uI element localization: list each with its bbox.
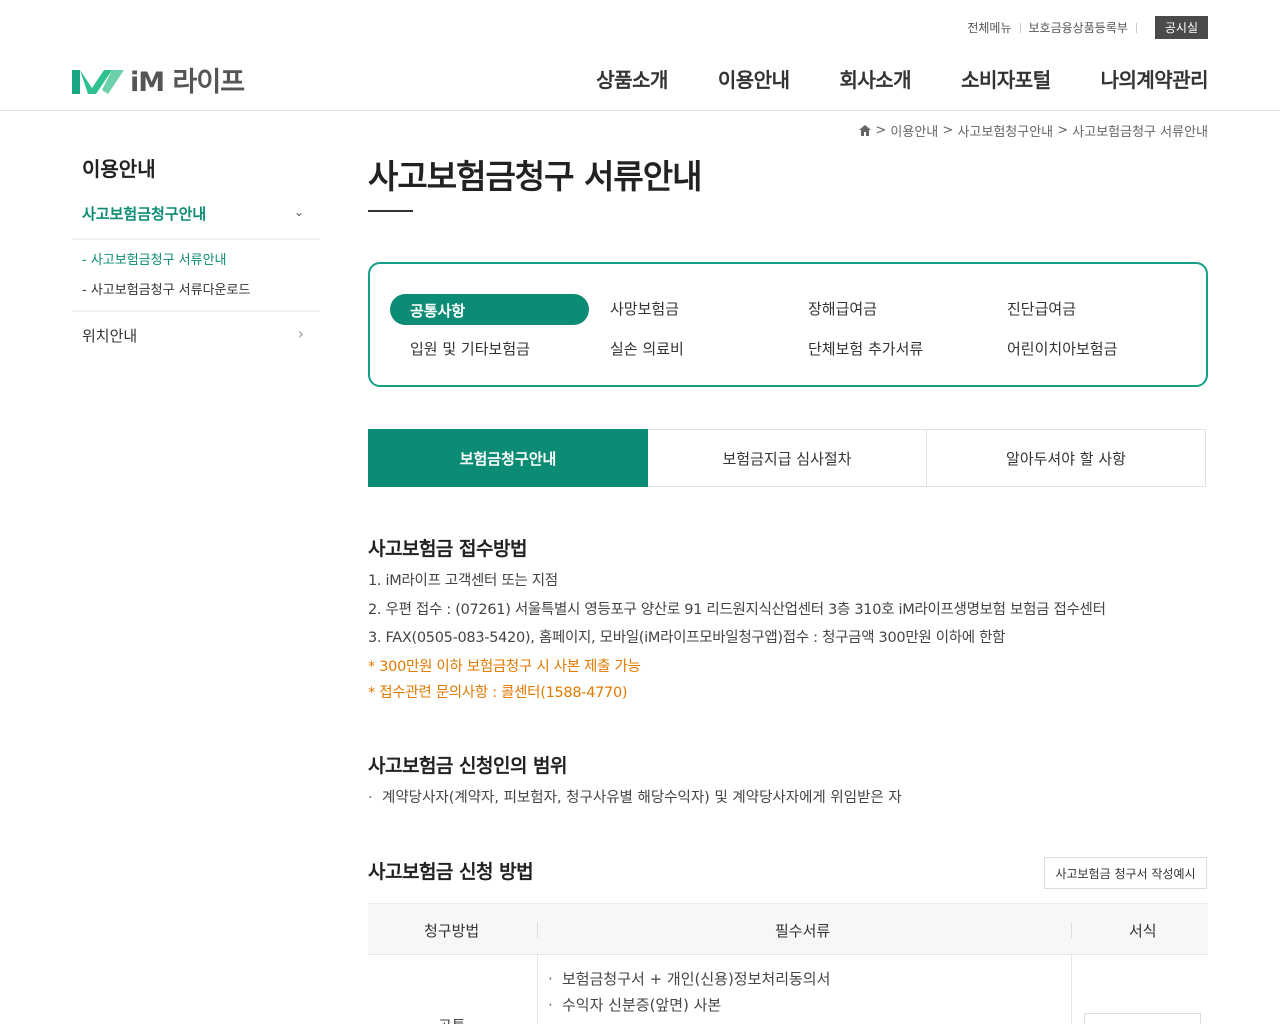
- table-column-line: [1071, 955, 1072, 1024]
- table-column-line: [537, 955, 538, 1024]
- section-title-reception: 사고보험금 접수방법: [368, 538, 527, 560]
- utility-links: 전체메뉴 보호금융상품등록부 공시실: [967, 16, 1208, 39]
- reception-line: 1. iM라이프 고객센터 또는 지점: [368, 573, 558, 589]
- table-header-cell: 청구방법: [424, 922, 480, 940]
- logo[interactable]: iM 라이프: [72, 60, 245, 99]
- category-medical-expense[interactable]: 실손 의료비: [610, 338, 684, 359]
- table-header-cell: 서식: [1129, 922, 1157, 940]
- category-child-dental[interactable]: 어린이치아보험금: [1007, 338, 1117, 359]
- category-group-insurance[interactable]: 단체보험 추가서류: [808, 338, 923, 359]
- category-box: 공통사항 사망보험금 장해급여금 진단급여금 입원 및 기타보험금 실손 의료비…: [368, 262, 1208, 387]
- category-diagnosis[interactable]: 진단급여금: [1007, 298, 1076, 319]
- section-title-method: 사고보험금 신청 방법: [368, 861, 534, 883]
- example-button[interactable]: 사고보험금 청구서 작성예시: [1044, 857, 1207, 889]
- reception-line: 3. FAX(0505-083-5420), 홈페이지, 모바일(iM라이프모바…: [368, 630, 1006, 646]
- chevron-down-icon: ⌄: [293, 205, 304, 219]
- chevron-right-icon: ›: [297, 324, 304, 343]
- breadcrumb-item[interactable]: 이용안내: [890, 121, 938, 140]
- applicant-text: 계약당사자(계약자, 피보험자, 청구사유별 해당수익자) 및 계약당사자에게 …: [382, 790, 902, 806]
- full-menu-link[interactable]: 전체메뉴: [967, 19, 1011, 36]
- breadcrumb: > 이용안내 > 사고보험청구안내 > 사고보험금청구 서류안내: [859, 121, 1208, 140]
- bullet-icon: ·: [548, 970, 553, 988]
- divider: [1019, 22, 1021, 33]
- category-common[interactable]: 공통사항: [390, 294, 589, 325]
- applicant-bullet: · 계약당사자(계약자, 피보험자, 청구사유별 해당수익자) 및 계약당사자에게…: [368, 786, 902, 807]
- bullet-icon: ·: [368, 790, 373, 806]
- page-title: 사고보험금청구 서류안내: [368, 157, 702, 196]
- reception-line: 2. 우편 접수 : (07261) 서울특별시 영등포구 양산로 91 리드원…: [368, 602, 1106, 618]
- main-nav: 상품소개 이용안내 회사소개 소비자포털 나의계약관리: [546, 64, 1208, 93]
- breadcrumb-sep: >: [938, 123, 958, 138]
- title-underline: [368, 210, 413, 212]
- table-header: 청구방법 필수서류 서식: [368, 903, 1208, 955]
- required-doc-item: · 수익자 신분증(앞면) 사본: [548, 994, 721, 1015]
- divider: [72, 310, 320, 312]
- divider: [72, 238, 320, 240]
- tab-review-process[interactable]: 보험금지급 심사절차: [648, 429, 927, 487]
- nav-my-contract[interactable]: 나의계약관리: [1101, 64, 1209, 93]
- header-divider: [0, 110, 1280, 111]
- reception-note: * 300만원 이하 보험금청구 시 사본 제출 가능: [368, 659, 641, 675]
- sidebar-subitem-download[interactable]: - 사고보험금청구 서류다운로드: [82, 279, 250, 298]
- tab-bar: 보험금청구안내 보험금지급 심사절차 알아두셔야 할 사항: [368, 429, 1206, 487]
- form-download-button[interactable]: [1084, 1013, 1201, 1024]
- category-hospitalization[interactable]: 입원 및 기타보험금: [410, 338, 530, 359]
- required-doc-text: 수익자 신분증(앞면) 사본: [562, 996, 722, 1014]
- nav-products[interactable]: 상품소개: [596, 64, 668, 93]
- sidebar-title: 이용안내: [82, 157, 156, 181]
- sidebar-item-claim-guide[interactable]: 사고보험금청구안내 ⌄: [82, 203, 312, 224]
- required-doc-text: 보험금청구서 + 개인(신용)정보처리동의서: [562, 970, 831, 988]
- table-header-cell: 필수서류: [775, 922, 831, 940]
- table-cell-method: 공통: [438, 1015, 466, 1024]
- breadcrumb-item[interactable]: 사고보험청구안내: [957, 121, 1053, 140]
- nav-consumer-portal[interactable]: 소비자포털: [961, 64, 1051, 93]
- section-title-applicant: 사고보험금 신청인의 범위: [368, 755, 568, 777]
- protected-product-link[interactable]: 보호금융상품등록부: [1029, 19, 1128, 36]
- logo-icon: [72, 69, 124, 94]
- tab-claim-guide[interactable]: 보험금청구안내: [368, 429, 648, 487]
- required-doc-item: · 보험금청구서 + 개인(신용)정보처리동의서: [548, 968, 830, 989]
- home-icon[interactable]: [859, 125, 872, 136]
- nav-company[interactable]: 회사소개: [839, 64, 911, 93]
- category-disability[interactable]: 장해급여금: [808, 298, 877, 319]
- logo-text: iM 라이프: [130, 67, 245, 98]
- reception-note: * 접수관련 문의사항 : 콜센터(1588-4770): [368, 685, 628, 701]
- notice-button[interactable]: 공시실: [1154, 16, 1208, 39]
- tab-notes[interactable]: 알아두셔야 할 사항: [927, 429, 1206, 487]
- divider: [1071, 922, 1072, 938]
- sidebar-item-label: 사고보험금청구안내: [82, 205, 207, 223]
- nav-guide[interactable]: 이용안내: [718, 64, 790, 93]
- sidebar-subitem-documents[interactable]: - 사고보험금청구 서류안내: [82, 249, 227, 268]
- sidebar-item-label: 위치안내: [82, 327, 138, 345]
- divider: [537, 922, 538, 938]
- breadcrumb-sep: >: [875, 123, 891, 138]
- breadcrumb-sep: >: [1053, 123, 1073, 138]
- divider: [1135, 22, 1137, 33]
- bullet-icon: ·: [548, 996, 553, 1014]
- breadcrumb-item: 사고보험금청구 서류안내: [1072, 125, 1208, 140]
- category-death[interactable]: 사망보험금: [610, 298, 679, 319]
- sidebar-item-location[interactable]: 위치안내 ›: [82, 324, 312, 346]
